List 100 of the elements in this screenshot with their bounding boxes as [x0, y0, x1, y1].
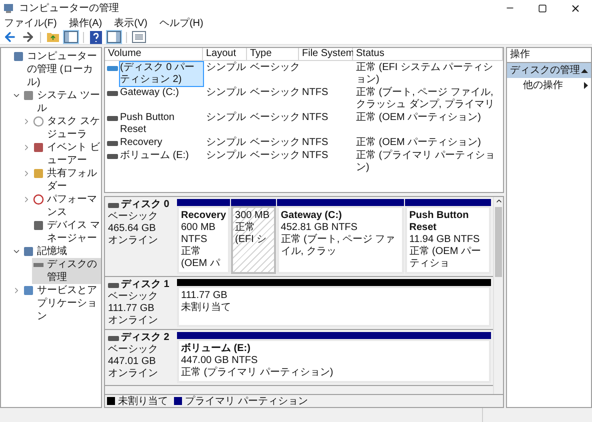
disk-name: ディスク 2 — [121, 332, 170, 344]
scroll-up-icon[interactable] — [494, 197, 502, 205]
table-cell[interactable]: Gateway (C:) — [120, 87, 179, 99]
toolbar-button[interactable] — [88, 30, 104, 44]
partition-info: 正常 (ブート, ページ ファイル, クラッ — [280, 234, 396, 258]
expand-toggle-icon[interactable] — [12, 247, 21, 256]
table-cell-text: NTFS — [301, 86, 330, 100]
table-cell-text: NTFS — [301, 111, 330, 125]
column-header[interactable]: Type — [247, 48, 299, 61]
forward-arrow-icon — [21, 30, 35, 44]
tree-item[interactable]: タスク スケジューラ — [32, 115, 101, 141]
partition-info: 正常 (OEM パーティショ — [409, 246, 482, 270]
toolbar-button[interactable] — [2, 30, 18, 44]
column-header[interactable]: File System — [299, 48, 353, 61]
expand-toggle-icon[interactable] — [12, 91, 21, 100]
disk-type: ベーシック — [108, 291, 159, 303]
table-cell[interactable]: Recovery — [120, 137, 162, 149]
maximize-icon — [538, 4, 547, 12]
disk-status: オンライン — [108, 315, 159, 327]
tree-item[interactable]: デバイス マネージャー — [32, 219, 101, 245]
table-cell-text: 正常 (EFI システム パーティション) — [355, 61, 494, 86]
action-item[interactable]: 他の操作 — [507, 78, 591, 93]
disk-name: ディスク 0 — [121, 199, 170, 211]
legend-label: 未割り当て — [118, 394, 168, 407]
column-header[interactable]: Volume — [105, 48, 203, 61]
toolbar-button[interactable] — [131, 30, 147, 44]
table-cell-text: シンプル — [205, 86, 247, 100]
disk-status: オンライン — [108, 368, 159, 380]
partition-info: 111.77 GB — [181, 290, 228, 302]
partition-info: 300 MB — [235, 210, 270, 222]
partition-info: 正常 (プライマリ パーティション) — [181, 367, 334, 379]
close-icon — [570, 2, 581, 14]
partition[interactable]: 111.77 GB 未割り当て — [177, 286, 491, 327]
partition-info: 600 MB NTFS — [181, 222, 216, 246]
disk-type: ベーシック — [108, 211, 159, 223]
menu-item[interactable]: 操作(A) — [68, 16, 102, 30]
table-cell[interactable]: ボリューム (E:) — [120, 150, 189, 162]
tree-item[interactable]: 共有フォルダー — [32, 167, 101, 193]
tree-item[interactable]: サービスとアプリケーション — [22, 284, 101, 323]
partition-info: 447.00 GB NTFS — [181, 355, 259, 366]
partition-name: ボリューム (E:) — [181, 343, 252, 355]
scrollbar[interactable] — [493, 197, 503, 394]
partition-name: Gateway (C:) — [280, 210, 343, 222]
table-cell-text: 正常 (ブート, ページ ファイル, クラッシュ ダンプ, プライマリ — [355, 86, 496, 111]
table-cell-text: NTFS — [301, 149, 330, 163]
column-header[interactable]: Layout — [203, 48, 247, 61]
expand-toggle-icon[interactable] — [22, 143, 31, 152]
table-cell-text: ベーシック — [249, 111, 301, 125]
table-cell-text: 正常 (OEM パーティション) — [355, 136, 482, 149]
table-cell-text: シンプル — [205, 149, 247, 163]
partition-name: Push Button Reset — [409, 210, 470, 234]
partition[interactable]: ボリューム (E:) 447.00 GB NTFS 正常 (プライマリ パーティション) — [177, 339, 491, 383]
partition[interactable]: 300 MB 正常 (EFI シ — [231, 206, 276, 274]
disk-size: 447.01 GB — [108, 356, 157, 368]
partition[interactable]: Recovery 600 MB NTFS 正常 (OEM パ — [177, 206, 230, 274]
partition-info: 正常 (OEM パ — [181, 246, 222, 270]
expand-toggle-icon[interactable] — [22, 169, 31, 178]
partition-info: 452.81 GB NTFS — [280, 222, 358, 234]
toolbar-button[interactable] — [106, 30, 122, 44]
tree-item[interactable]: パフォーマンス — [32, 193, 101, 219]
disk-status: オンライン — [108, 235, 159, 247]
partition[interactable]: Push Button Reset 11.94 GB NTFS 正常 (OEM パーティショ — [405, 206, 491, 274]
partition-name: Recovery — [181, 210, 226, 222]
expand-toggle-icon[interactable] — [22, 195, 31, 204]
table-cell[interactable]: Push Button Reset — [120, 112, 203, 136]
menu-item[interactable]: 表示(V) — [114, 16, 148, 30]
partition-info: 正常 (EFI シ — [235, 222, 268, 246]
table-cell[interactable]: (ディスク 0 パーティション 2) — [120, 62, 203, 86]
table-cell-text: ベーシック — [249, 61, 301, 75]
tree-item[interactable]: システム ツール — [22, 89, 101, 115]
disk-name: ディスク 1 — [121, 279, 170, 291]
toolbar-button[interactable] — [63, 30, 79, 44]
disk-size: 465.64 GB — [108, 223, 157, 235]
expand-toggle-icon[interactable] — [12, 286, 21, 295]
menu-item[interactable]: ファイル(F) — [4, 16, 57, 30]
partition[interactable]: Gateway (C:) 452.81 GB NTFS 正常 (ブート, ページ ファイル, クラッ — [276, 206, 404, 274]
tree-item[interactable]: イベント ビューアー — [32, 141, 101, 167]
menu-item[interactable]: ヘルプ(H) — [159, 16, 204, 30]
submenu-arrow-icon — [584, 82, 588, 89]
table-cell-text: シンプル — [205, 111, 247, 125]
actions-section[interactable]: ディスクの管理 — [507, 63, 591, 78]
disk-type: ベーシック — [108, 344, 159, 356]
toolbar-button[interactable] — [20, 30, 36, 44]
legend-label: プライマリ パーティション — [185, 394, 308, 407]
table-cell-text: NTFS — [301, 136, 330, 149]
table-cell-text: ベーシック — [249, 149, 301, 163]
table-cell-text: シンプル — [205, 61, 247, 75]
tree-item[interactable]: 記憶域 — [22, 245, 68, 258]
table-cell-text: ベーシック — [249, 136, 301, 149]
disk-size: 111.77 GB — [108, 303, 156, 315]
table-cell-text: シンプル — [205, 136, 247, 149]
tree-item[interactable]: ディスクの管理 — [32, 258, 101, 284]
table-cell-text: 正常 (OEM パーティション) — [355, 111, 482, 125]
column-header[interactable]: Status — [353, 48, 503, 61]
expand-toggle-icon[interactable] — [22, 117, 31, 126]
window-title: コンピューターの管理 — [19, 2, 119, 16]
table-cell-text: ベーシック — [249, 86, 301, 100]
tree-item[interactable]: コンピューターの管理 (ローカル) — [12, 50, 101, 89]
scrollbar-thumb[interactable] — [495, 207, 502, 277]
partition-info: 11.94 GB NTFS — [409, 234, 481, 246]
